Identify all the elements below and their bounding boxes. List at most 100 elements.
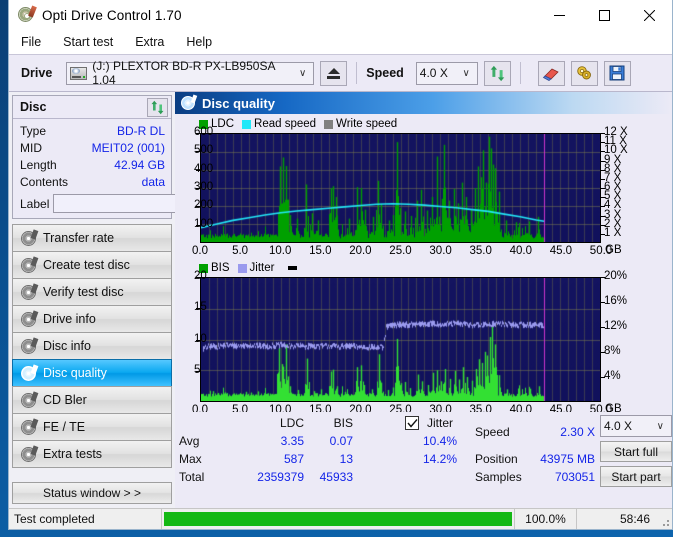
y2-tick-label: 4% [604,370,621,382]
write-speed-marker [288,266,298,270]
toolbar-separator-2 [519,62,521,84]
elapsed-time: 58:46 [576,509,658,529]
disc-row-key: MID [20,141,42,155]
close-button[interactable] [627,0,672,30]
menu-item-file[interactable]: File [21,33,51,51]
status-window-wrap: Status window > > [12,478,172,508]
y2-tick [601,160,605,162]
y2-tick [601,327,605,328]
sidebar-item-label: Verify test disc [43,285,124,299]
sidebar-item-label: Drive info [43,312,96,326]
sidebar-item-drive-info[interactable]: Drive info [12,305,172,333]
position-stat-label: Position [475,452,518,466]
legend-label-jitter: Jitter [249,262,275,274]
maximize-button[interactable] [582,0,627,30]
sidebar-item-cd-bler[interactable]: CD Bler [12,386,172,414]
bis-plot-area [200,277,601,402]
legend-label-bis: BIS [211,262,230,274]
menu-item-help[interactable]: Help [186,33,222,51]
settings-button[interactable] [570,60,598,86]
y2-tick-label: 20% [604,270,628,282]
test-speed-value: 4.0 X [604,419,633,433]
bis-plot-canvas [201,278,600,401]
x-tick-label: 10.0 [268,245,292,257]
disc-panel-title: Disc [20,100,47,114]
window-controls [537,0,672,30]
sidebar-item-label: FE / TE [43,420,86,434]
panel-header: Disc quality [175,92,672,114]
sidebar-item-transfer-rate[interactable]: Transfer rate [12,224,172,252]
legend-swatch-write-speed [324,119,334,129]
y2-tick-label: 12% [604,320,628,332]
test-speed-select[interactable]: 4.0 X ∨ [600,415,672,437]
sidebar-item-label: Extra tests [43,447,103,461]
sidebar-item-extra-tests[interactable]: Extra tests [12,440,172,468]
y2-tick [601,169,605,171]
y2-tick [601,142,605,144]
save-button[interactable] [603,60,631,86]
y-tick [196,206,200,208]
x-tick-label: 40.0 [509,245,532,257]
sidebar-item-label: Create test disc [43,258,130,272]
speed-select[interactable]: 4.0 X ∨ [415,61,478,85]
stats-total-ldc: 2359379 [257,470,304,484]
disc-icon [21,228,39,246]
disc-icon [21,417,39,435]
y-tick [196,224,200,226]
stats-row-label-avg: Avg [179,434,200,448]
eraser-icon [542,68,559,81]
stats-col-header-bis: BIS [333,416,353,430]
sidebar-item-disc-quality[interactable]: Disc quality [12,359,172,387]
disc-icon [21,309,39,327]
speed-label: Speed [366,66,404,80]
bis-jitter-chart: BIS Jitter 5101520 4%8%12%16%20% 0.05.01… [192,262,628,416]
y2-tick-label: 12 X [604,126,628,138]
y2-tick [601,233,605,235]
resize-grip[interactable] [658,509,672,529]
samples-stat-value: 703051 [554,470,595,484]
y2-tick [601,206,605,208]
disc-label-key: Label [20,196,50,211]
disc-label-row: Label [20,193,258,214]
stats-panel: LDC BIS Jitter Avg 3.35 0.07 10.4% Max 5… [175,412,672,508]
status-window-button[interactable]: Status window > > [12,482,172,504]
disc-row-length: Length 42.94 GB [20,157,165,173]
eject-icon [327,67,341,79]
jitter-checkbox[interactable] [405,416,419,430]
menu-item-start-test[interactable]: Start test [63,33,123,51]
app-window: Opti Drive Control 1.70 File Start test … [8,0,673,530]
stats-max-jitter: 14.2% [422,452,457,466]
samples-stat-label: Samples [475,470,522,484]
sidebar-item-disc-info[interactable]: Disc info [12,332,172,360]
sidebar-item-create-test-disc[interactable]: Create test disc [12,251,172,279]
disc-row-value: 42.94 GB [114,158,165,172]
progress-percent: 100.0% [514,509,576,529]
minimize-button[interactable] [537,0,582,30]
disc-icon [21,336,39,354]
disc-panel-header: Disc [13,96,171,119]
sidebar-item-verify-test-disc[interactable]: Verify test disc [12,278,172,306]
disc-row-key: Length [20,158,57,172]
eject-button[interactable] [320,60,348,86]
x-tick-label: 45.0 [549,245,573,257]
sidebar-item-fe-te[interactable]: FE / TE [12,413,172,441]
disc-row-value: BD-R DL [116,124,165,138]
disc-refresh-button[interactable] [147,97,168,117]
start-full-button[interactable]: Start full [600,441,672,462]
status-message: Test completed [14,512,95,526]
menu-item-extra[interactable]: Extra [135,33,174,51]
progress-fill [164,512,512,526]
disc-icon [21,363,39,381]
x-tick-label: 35.0 [469,245,492,257]
start-part-button[interactable]: Start part [600,466,672,487]
drive-select[interactable]: (J:) PLEXTOR BD-R PX-LB950SA 1.04 ∨ [66,59,315,87]
content-area: Disc quality LDC Read speed Write speed … [175,92,672,508]
x-tick-label: 25.0 [389,245,412,257]
erase-button[interactable] [537,60,565,86]
refresh-button[interactable] [483,60,511,86]
y2-tick [601,188,605,189]
sidebar-item-label: Disc info [43,339,91,353]
left-sidebar: Disc Type BD-R DL MID MEIT02 (001) Lengt… [9,92,258,508]
y-tick [196,308,200,310]
drive-select-value: (J:) PLEXTOR BD-R PX-LB950SA 1.04 [92,59,275,87]
